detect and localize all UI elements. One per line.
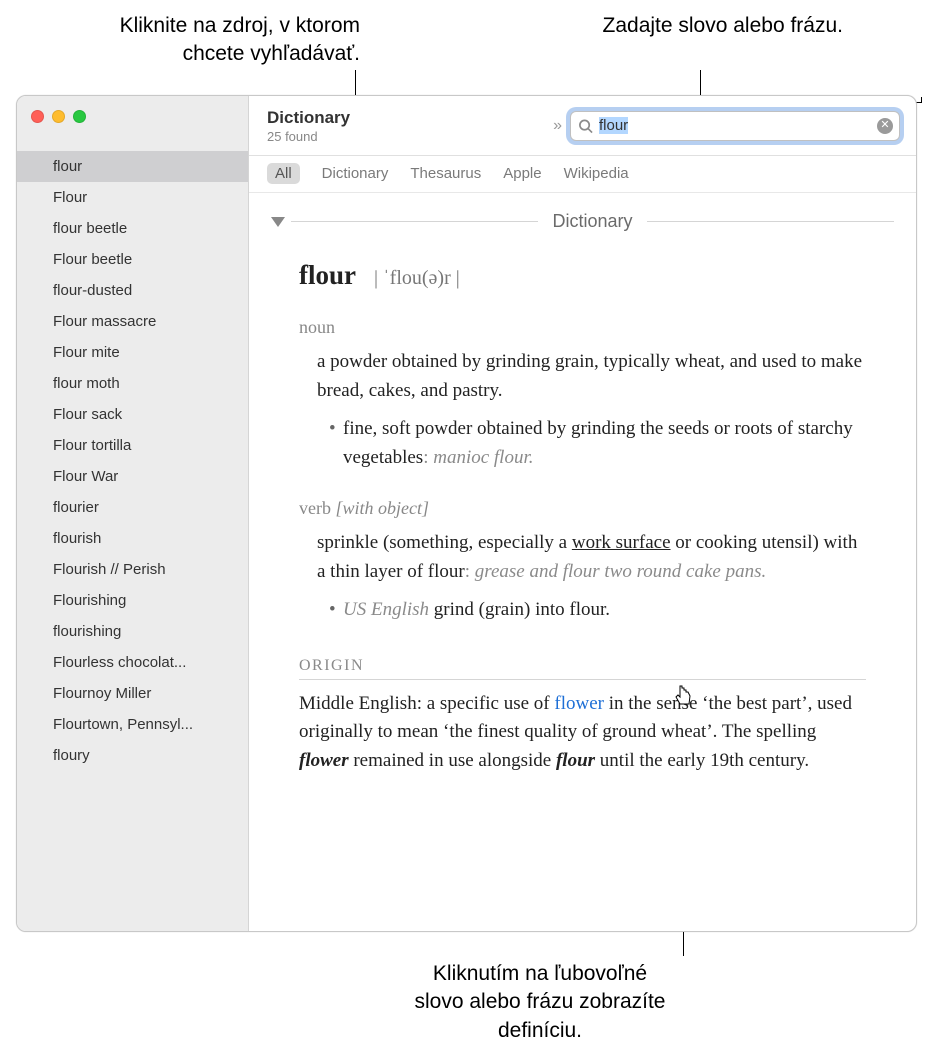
- tab-apple[interactable]: Apple: [503, 163, 541, 184]
- section-divider: Dictionary: [271, 211, 894, 232]
- sub-definition-verb[interactable]: US English grind (grain) into flour.: [329, 596, 866, 625]
- sidebar-item[interactable]: Flourish // Perish: [17, 554, 248, 585]
- divider-line: [647, 221, 894, 222]
- callout-search: Zadajte slovo alebo frázu.: [563, 12, 843, 40]
- toolbar-overflow-icon[interactable]: »: [553, 117, 562, 135]
- dictionary-window: flourFlourflour beetleFlour beetleflour-…: [16, 95, 917, 932]
- content-area: Dictionary flour | ˈflou(ə)r | noun a po…: [249, 193, 916, 931]
- sidebar-item[interactable]: flour-dusted: [17, 275, 248, 306]
- sidebar-item[interactable]: floury: [17, 740, 248, 771]
- clear-search-button[interactable]: ✕: [877, 118, 893, 134]
- toolbar: Dictionary 25 found » flour ✕: [249, 96, 916, 156]
- sidebar-item[interactable]: Flour beetle: [17, 244, 248, 275]
- toolbar-subtitle: 25 found: [267, 129, 350, 144]
- linked-word-work-surface[interactable]: work surface: [572, 532, 671, 553]
- sidebar-item[interactable]: flourish: [17, 523, 248, 554]
- toolbar-title-group: Dictionary 25 found: [267, 108, 350, 144]
- search-field[interactable]: flour ✕: [570, 111, 900, 141]
- sidebar-item[interactable]: Flourtown, Pennsyl...: [17, 709, 248, 740]
- sidebar-item[interactable]: Flour mite: [17, 337, 248, 368]
- sidebar-item[interactable]: Flournoy Miller: [17, 678, 248, 709]
- callout-source: Kliknite na zdroj, v ktorom chcete vyhľa…: [60, 12, 360, 69]
- sidebar-item[interactable]: flourier: [17, 492, 248, 523]
- zoom-window-button[interactable]: [73, 110, 86, 123]
- main-content: Dictionary 25 found » flour ✕ All Diction…: [249, 96, 916, 931]
- part-of-speech-verb: verb [with object]: [299, 498, 866, 519]
- sidebar-item[interactable]: Flour War: [17, 461, 248, 492]
- callout-click-word: Kliknutím na ľubovoľné slovo alebo frázu…: [410, 960, 670, 1045]
- sidebar-item[interactable]: Flour sack: [17, 399, 248, 430]
- search-input[interactable]: flour: [599, 117, 871, 134]
- pronunciation: | ˈflou(ə)r |: [374, 267, 460, 289]
- source-tabs: All Dictionary Thesaurus Apple Wikipedia: [249, 156, 916, 193]
- sub-definition-noun[interactable]: fine, soft powder obtained by grinding t…: [329, 415, 866, 472]
- sidebar-item[interactable]: Flourishing: [17, 585, 248, 616]
- divider-line: [291, 221, 538, 222]
- tab-all[interactable]: All: [267, 163, 300, 184]
- sidebar-item[interactable]: flourishing: [17, 616, 248, 647]
- definition-noun[interactable]: a powder obtained by grinding grain, typ…: [317, 348, 866, 472]
- callout-line: [921, 97, 922, 102]
- dictionary-entry: flour | ˈflou(ə)r | noun a powder obtain…: [271, 260, 894, 775]
- minimize-window-button[interactable]: [52, 110, 65, 123]
- sidebar-item[interactable]: flour moth: [17, 368, 248, 399]
- origin-heading: ORIGIN: [299, 657, 866, 680]
- sidebar-item[interactable]: Flour tortilla: [17, 430, 248, 461]
- part-of-speech-noun: noun: [299, 317, 866, 338]
- section-label: Dictionary: [538, 211, 646, 232]
- linked-word-flower[interactable]: flower: [554, 693, 604, 714]
- toolbar-title: Dictionary: [267, 108, 350, 128]
- close-window-button[interactable]: [31, 110, 44, 123]
- sidebar-item[interactable]: Flour massacre: [17, 306, 248, 337]
- sidebar-item[interactable]: Flour: [17, 182, 248, 213]
- search-icon: [578, 118, 593, 133]
- definition-verb[interactable]: sprinkle (something, especially a work s…: [317, 529, 866, 625]
- headword: flour: [299, 260, 356, 290]
- sidebar: flourFlourflour beetleFlour beetleflour-…: [17, 96, 249, 931]
- traffic-lights: [17, 96, 248, 133]
- disclosure-triangle-icon[interactable]: [271, 217, 285, 227]
- origin-text[interactable]: Middle English: a specific use of flower…: [299, 690, 866, 776]
- sidebar-list: flourFlourflour beetleFlour beetleflour-…: [17, 133, 248, 931]
- tab-wikipedia[interactable]: Wikipedia: [564, 163, 629, 184]
- sidebar-item[interactable]: flour: [17, 151, 248, 182]
- sidebar-item[interactable]: flour beetle: [17, 213, 248, 244]
- tab-dictionary[interactable]: Dictionary: [322, 163, 389, 184]
- sidebar-item[interactable]: Flourless chocolat...: [17, 647, 248, 678]
- tab-thesaurus[interactable]: Thesaurus: [410, 163, 481, 184]
